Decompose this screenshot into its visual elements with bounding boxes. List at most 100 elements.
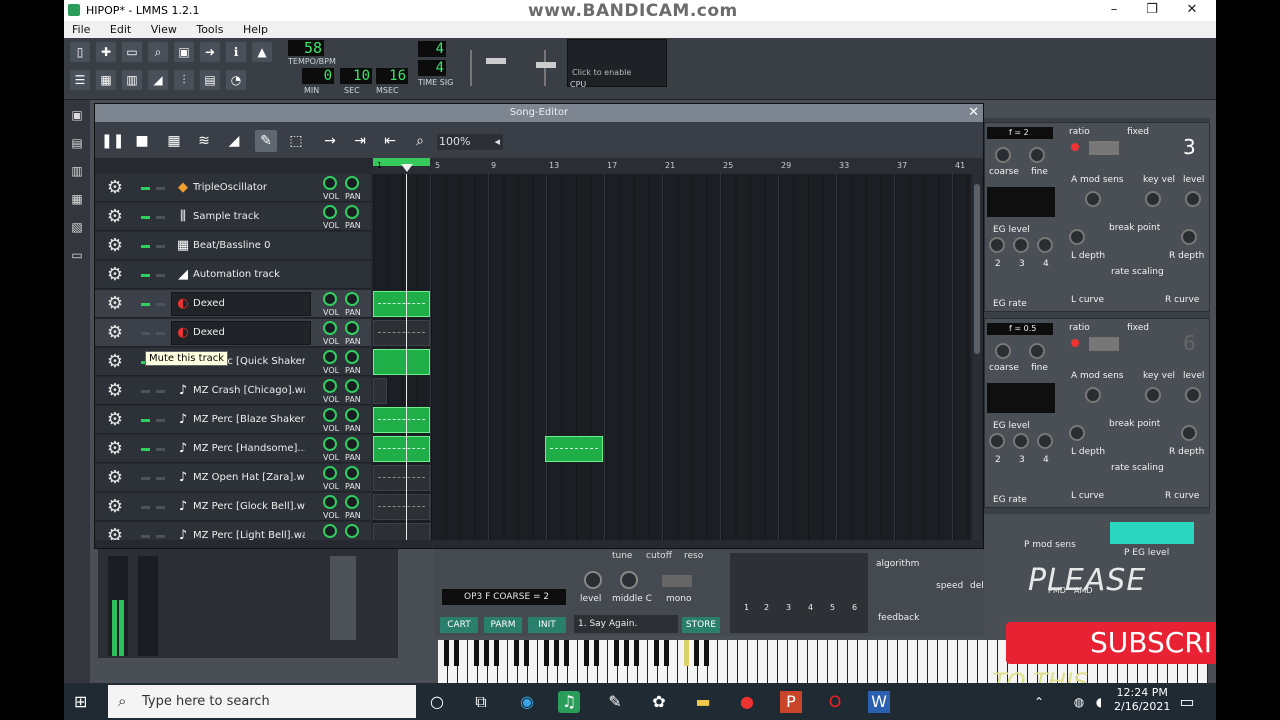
menu-view[interactable]: View [143,21,185,36]
draw-mode-icon[interactable]: ✎ [255,130,277,152]
black-key[interactable] [704,640,709,666]
volume-knob[interactable] [323,408,337,422]
track-row[interactable]: ⚙ ▦ Beat/Bassline 0 [95,232,371,260]
close-button[interactable]: ✕ [1172,2,1212,18]
track-row[interactable]: ⚙ ◐ Dexed VOL PAN [95,319,371,347]
song-editor-close-icon[interactable]: ✕ [968,104,979,122]
track-row[interactable]: ⚙ ♪ MZ Open Hat [Zara].wav VOL PAN [95,464,371,492]
mute-toggle[interactable] [141,274,150,277]
middle-c-knob[interactable] [620,571,638,589]
mute-toggle[interactable] [141,187,150,190]
track-row[interactable]: ⚙ ◐ Dexed VOL PAN [95,290,371,318]
eg-level-3-knob[interactable] [1037,433,1053,449]
beat-bassline-editor-icon[interactable]: ▦ [96,70,116,90]
volume-knob[interactable] [323,205,337,219]
volume-knob[interactable] [323,524,337,538]
track-name[interactable]: MZ Open Hat [Zara].wav [193,472,305,483]
mute-toggle[interactable] [141,332,150,335]
key-vel-knob[interactable] [1145,191,1161,207]
notifications-icon[interactable]: ▭ [1176,691,1198,713]
mute-toggle[interactable] [141,506,150,509]
track-name[interactable]: Sample track [193,211,305,222]
track-name[interactable]: Beat/Bassline 0 [193,240,305,251]
black-key[interactable] [584,640,589,666]
pan-knob[interactable] [345,408,359,422]
ratio-fixed-switch[interactable] [1089,141,1119,155]
pan-knob[interactable] [345,350,359,364]
mute-toggle[interactable] [141,477,150,480]
fx-mixer-icon[interactable]: ⫶ [174,70,194,90]
mute-toggle[interactable] [141,390,150,393]
black-key[interactable] [654,640,659,666]
level-knob[interactable] [1185,191,1201,207]
r-depth-knob[interactable] [1181,425,1197,441]
pan-knob[interactable] [345,495,359,509]
pattern-clip[interactable] [373,436,430,462]
song-editor-icon[interactable]: ☰ [70,70,90,90]
piano-roll-icon[interactable]: ▥ [122,70,142,90]
solo-toggle[interactable] [156,535,165,538]
track-name[interactable]: MZ Perc [Light Bell].wav [193,530,305,540]
volume-knob[interactable] [323,466,337,480]
mute-toggle[interactable] [141,303,150,306]
black-key[interactable] [664,640,669,666]
vertical-scrollbar[interactable] [973,174,981,540]
tempo-display[interactable]: 58 [288,40,324,56]
bandicam-icon[interactable]: ● [736,691,758,713]
eg-level-2-knob[interactable] [1013,433,1029,449]
solo-toggle[interactable] [156,506,165,509]
program-select[interactable]: 1. Say Again. [574,615,678,633]
track-row[interactable]: ⚙ ♪ MZ Crash [Chicago].wav VOL PAN [95,377,371,405]
pattern-clip[interactable] [373,320,430,346]
track-row[interactable]: ⚙ ◢ Automation track [95,261,371,289]
menu-tools[interactable]: Tools [188,21,231,36]
track-settings-gear-icon[interactable]: ⚙ [105,294,125,314]
pan-knob[interactable] [345,321,359,335]
track-settings-gear-icon[interactable]: ⚙ [105,207,125,227]
a-mod-sens-knob[interactable] [1085,387,1101,403]
track-name[interactable]: MZ Perc [Glock Bell].wav [193,501,305,512]
solo-toggle[interactable] [156,390,165,393]
black-key[interactable] [474,640,479,666]
fine-knob[interactable] [1029,147,1045,163]
time-sig-denominator[interactable]: 4 [418,60,446,76]
pan-knob[interactable] [345,437,359,451]
track-name[interactable]: Dexed [193,298,305,309]
track-settings-gear-icon[interactable]: ⚙ [105,410,125,430]
solo-toggle[interactable] [156,187,165,190]
time-sig-numerator[interactable]: 4 [418,41,446,57]
pattern-clip[interactable] [373,407,430,433]
minimize-button[interactable]: – [1094,2,1134,18]
mono-switch[interactable] [662,575,692,587]
pan-knob[interactable] [345,205,359,219]
track-settings-gear-icon[interactable]: ⚙ [105,526,125,541]
mute-toggle[interactable] [141,245,150,248]
track-settings-gear-icon[interactable]: ⚙ [105,381,125,401]
pattern-clip[interactable] [373,523,430,540]
black-key-highlighted[interactable] [684,640,689,666]
pan-knob[interactable] [345,176,359,190]
song-pattern-grid[interactable] [373,174,971,540]
fx-scrollbar[interactable] [330,556,356,640]
track-name[interactable]: Automation track [193,269,305,280]
ratio-fixed-switch[interactable] [1089,337,1119,351]
eg-level-2-knob[interactable] [1013,237,1029,253]
track-settings-gear-icon[interactable]: ⚙ [105,352,125,372]
volume-knob[interactable] [323,321,337,335]
solo-toggle[interactable] [156,303,165,306]
black-key[interactable] [594,640,599,666]
my-projects-icon[interactable]: ▤ [70,136,84,150]
black-key[interactable] [484,640,489,666]
stop-behaviour-icon[interactable]: ⇤ [379,130,401,152]
master-pitch-slider[interactable] [544,50,556,86]
solo-toggle[interactable] [156,419,165,422]
add-beat-bassline-icon[interactable]: ▦ [163,130,185,152]
taskbar-clock[interactable]: 12:24 PM 2/16/2021 [1114,686,1170,714]
auto-scroll-icon[interactable]: → [319,130,341,152]
lmms-taskbar-icon[interactable]: ♫ [558,691,580,713]
menu-edit[interactable]: Edit [102,21,139,36]
scrollbar-thumb[interactable] [974,184,980,354]
master-volume-slider[interactable] [470,50,482,86]
solo-toggle[interactable] [156,477,165,480]
track-name[interactable]: MZ Crash [Chicago].wav [193,385,305,396]
